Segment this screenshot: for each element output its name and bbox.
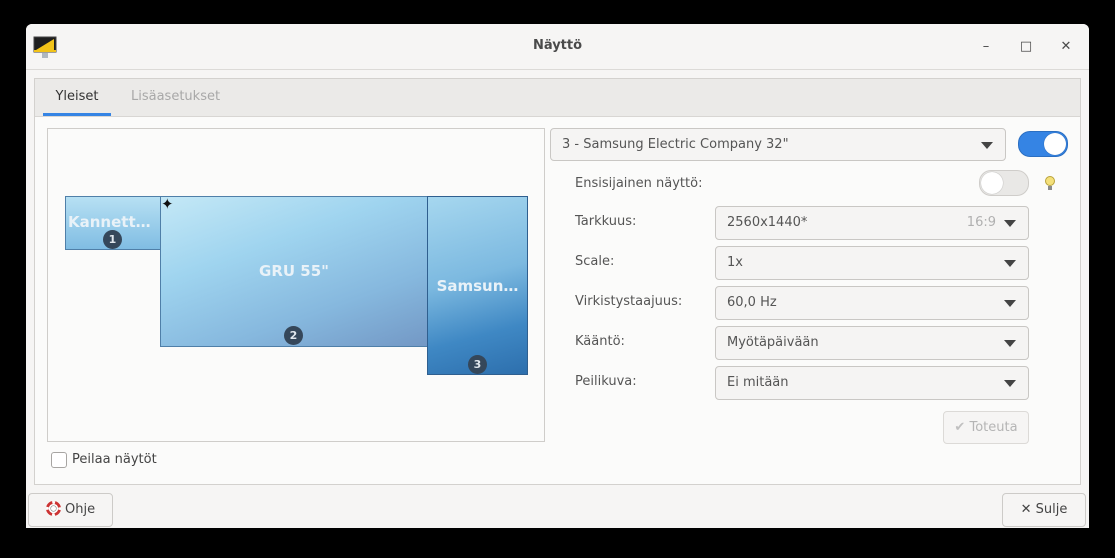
monitor-number: 1 <box>103 230 122 249</box>
scale-value: 1x <box>727 255 743 270</box>
window-title: Näyttö <box>532 38 583 53</box>
monitor-1[interactable]: Kannett… 1 <box>65 196 161 250</box>
scale-select[interactable]: 1x <box>715 246 1029 280</box>
aspect-ratio: 16:9 <box>966 215 996 230</box>
tab-general[interactable]: Yleiset <box>43 79 111 116</box>
close-x-icon: ✕ <box>1020 502 1032 517</box>
chevron-down-icon <box>1004 260 1016 267</box>
display-settings-window: Näyttö – □ ✕ Yleiset Lisäasetukset Kanne… <box>26 24 1089 528</box>
monitor-arrangement-area[interactable]: Kannett… 1 GRU 55" 2 ✦ Samsun… 3 <box>47 128 545 442</box>
settings-panel: Yleiset Lisäasetukset Kannett… 1 GRU 55"… <box>34 78 1081 485</box>
chevron-down-icon <box>1004 220 1016 227</box>
monitor-number: 2 <box>284 326 303 345</box>
primary-star-icon: ✦ <box>161 195 174 213</box>
monitor-label: Kannett… <box>68 213 151 231</box>
help-lifebuoy-icon <box>45 501 61 516</box>
monitor-3[interactable]: Samsun… 3 <box>427 196 528 375</box>
chevron-down-icon <box>981 142 993 149</box>
apply-button-label: Toteuta <box>969 420 1018 435</box>
reflection-label: Peilikuva: <box>575 374 637 389</box>
tab-advanced[interactable]: Lisäasetukset <box>131 79 220 116</box>
mirror-displays-checkbox[interactable] <box>51 452 67 468</box>
close-button[interactable]: ✕ Sulje <box>1002 493 1086 527</box>
monitor-label: Samsun… <box>436 277 519 295</box>
minimize-button[interactable]: – <box>974 35 998 59</box>
rotation-label: Kääntö: <box>575 334 625 349</box>
monitor-label: GRU 55" <box>259 262 329 280</box>
chevron-down-icon <box>1004 340 1016 347</box>
help-button-label: Ohje <box>65 502 96 517</box>
reflection-select[interactable]: Ei mitään <box>715 366 1029 400</box>
resolution-value: 2560x1440* <box>727 215 808 230</box>
chevron-down-icon <box>1004 300 1016 307</box>
tab-bar: Yleiset Lisäasetukset <box>35 79 1080 117</box>
rotation-select[interactable]: Myötäpäivään <box>715 326 1029 360</box>
toggle-knob <box>1044 133 1066 155</box>
mirror-displays-label: Peilaa näytöt <box>72 452 157 467</box>
checkmark-icon: ✔ <box>954 420 966 435</box>
resolution-select[interactable]: 2560x1440* 16:9 <box>715 206 1029 240</box>
chevron-down-icon <box>1004 380 1016 387</box>
help-button[interactable]: Ohje <box>28 493 113 527</box>
close-window-button[interactable]: ✕ <box>1054 35 1078 59</box>
display-enabled-toggle[interactable] <box>1018 131 1068 157</box>
apply-button[interactable]: ✔ Toteuta <box>943 411 1029 444</box>
resolution-label: Tarkkuus: <box>575 214 637 229</box>
refresh-rate-label: Virkistystaajuus: <box>575 294 683 309</box>
refresh-rate-value: 60,0 Hz <box>727 295 777 310</box>
maximize-button[interactable]: □ <box>1014 35 1038 59</box>
close-button-label: Sulje <box>1035 502 1068 517</box>
toggle-knob <box>981 172 1003 194</box>
primary-display-toggle[interactable] <box>979 170 1029 196</box>
reflection-value: Ei mitään <box>727 375 789 390</box>
display-select-value: 3 - Samsung Electric Company 32" <box>562 137 789 152</box>
display-select[interactable]: 3 - Samsung Electric Company 32" <box>550 128 1006 161</box>
primary-display-label: Ensisijainen näyttö: <box>575 176 703 191</box>
monitor-number: 3 <box>468 355 487 374</box>
bulb-icon <box>1045 176 1055 190</box>
titlebar[interactable]: Näyttö – □ ✕ <box>26 24 1089 70</box>
rotation-value: Myötäpäivään <box>727 335 819 350</box>
refresh-rate-select[interactable]: 60,0 Hz <box>715 286 1029 320</box>
monitor-2[interactable]: GRU 55" 2 <box>160 196 428 347</box>
scale-label: Scale: <box>575 254 615 269</box>
